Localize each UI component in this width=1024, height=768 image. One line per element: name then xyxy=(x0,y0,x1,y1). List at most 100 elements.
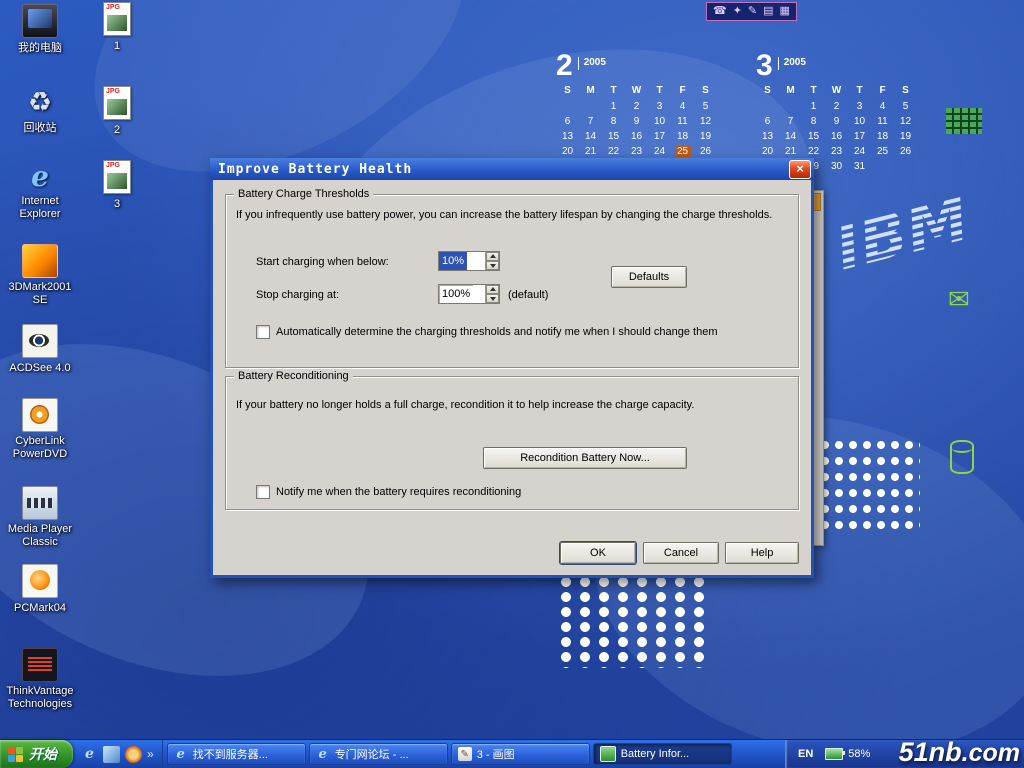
calendar-cell: 2 xyxy=(629,101,645,112)
calendar-cell: 22 xyxy=(806,146,822,157)
watermark-51nb: 51nb.com xyxy=(899,737,1020,768)
taskbar-tasks: 找不到服务器... 专门网论坛 - ... 3 - 画图 Battery Inf… xyxy=(163,740,736,768)
calendar-day-header: F xyxy=(675,85,691,96)
notes-icon[interactable] xyxy=(780,6,790,17)
desktop-icon[interactable]: PCMark04 xyxy=(4,564,76,616)
battery-tray-indicator[interactable]: 58% xyxy=(825,748,870,760)
calendar-cell: 19 xyxy=(898,131,914,142)
phone-icon[interactable] xyxy=(713,6,727,17)
calendar-cell: 6 xyxy=(560,116,576,127)
desktop-icon[interactable]: CyberLink PowerDVD xyxy=(4,398,76,462)
quick-launch-overflow-chevron-icon[interactable] xyxy=(147,747,154,761)
notify-reconditioning-checkbox[interactable]: Notify me when the battery requires reco… xyxy=(256,485,786,499)
auto-thresholds-checkbox[interactable]: Automatically determine the charging thr… xyxy=(256,325,786,339)
calendar-cell: 9 xyxy=(629,116,645,127)
recondition-battery-now-button[interactable]: Recondition Battery Now... xyxy=(483,447,687,469)
calendar-cell: 4 xyxy=(675,101,691,112)
calendar-cell xyxy=(560,101,576,112)
desktop-icon[interactable]: 我的电脑 xyxy=(4,4,76,56)
quick-launch-ie-icon[interactable] xyxy=(81,746,98,763)
spinner-down-icon[interactable] xyxy=(486,294,499,303)
taskbar-task-button[interactable]: Battery Infor... xyxy=(593,743,732,765)
jpg-file-icon[interactable]: JPG 3 xyxy=(94,160,140,212)
desktop-icon[interactable]: ThinkVantage Technologies xyxy=(4,648,76,712)
desktop-icon[interactable]: Internet Explorer xyxy=(4,160,76,222)
calendar-cell: 15 xyxy=(606,131,622,142)
taskbar-task-button[interactable]: 找不到服务器... xyxy=(167,743,306,765)
watermark-suffix: .com xyxy=(962,739,1020,767)
jpg-file-icon[interactable]: JPG 2 xyxy=(94,86,140,138)
calendar-cell: 12 xyxy=(698,116,714,127)
grid-icon[interactable] xyxy=(763,6,773,17)
desktop-icon[interactable]: ACDSee 4.0 xyxy=(4,324,76,376)
checkbox-box[interactable] xyxy=(256,485,270,499)
calendar-cell: 7 xyxy=(783,116,799,127)
pen-icon[interactable] xyxy=(748,6,757,17)
spinner-buttons[interactable] xyxy=(485,285,499,303)
task-label: 3 - 画图 xyxy=(477,746,515,762)
start-charging-label: Start charging when below: xyxy=(256,256,389,268)
taskbar-task-button[interactable]: 专门网论坛 - ... xyxy=(309,743,448,765)
watermark-main: 51nb xyxy=(899,737,962,767)
stop-threshold-value[interactable]: 100% xyxy=(439,285,473,303)
calendar-february-2005: 2 2005 SMTWTFS 1234567891011121314151617… xyxy=(556,52,717,157)
calendar-cell: 23 xyxy=(829,146,845,157)
close-button[interactable] xyxy=(789,160,811,179)
quick-launch-show-desktop-icon[interactable] xyxy=(103,746,120,763)
desktop-icon[interactable]: 3DMark2001 SE xyxy=(4,244,76,308)
calendar-cell: 21 xyxy=(583,146,599,157)
start-threshold-value[interactable]: 10% xyxy=(439,252,467,270)
desktop-icon-label: PCMark04 xyxy=(14,602,66,615)
desktop: { "wallpaper": { "brand": "IBM" }, "desk… xyxy=(0,0,1024,768)
ok-button[interactable]: OK xyxy=(560,542,636,564)
star-icon[interactable] xyxy=(733,6,742,17)
wallpaper-dot-grid xyxy=(820,440,920,536)
desktop-icon-label: 回收站 xyxy=(24,122,57,135)
calendar-cell xyxy=(760,101,776,112)
checkbox-box[interactable] xyxy=(256,325,270,339)
calendar-cell: 7 xyxy=(583,116,599,127)
input-fill[interactable] xyxy=(467,252,485,270)
calendar-cell: 10 xyxy=(652,116,668,127)
desktop-icon[interactable]: 回收站 xyxy=(4,86,76,136)
calendar-day-header: T xyxy=(852,85,868,96)
defaults-button[interactable]: Defaults xyxy=(611,266,687,288)
help-button[interactable]: Help xyxy=(725,542,799,564)
calendar-cell: 25 xyxy=(675,146,691,157)
jpg-file-icon[interactable]: JPG 1 xyxy=(94,2,140,54)
calendar-cell: 26 xyxy=(898,146,914,157)
start-threshold-input[interactable]: 10% xyxy=(438,251,500,271)
desktop-icon-image xyxy=(22,398,58,432)
task-icon xyxy=(316,747,330,761)
stop-threshold-input[interactable]: 100% xyxy=(438,284,500,304)
calendar-month: 3 xyxy=(756,52,773,80)
desktop-icon-image xyxy=(22,4,58,38)
quick-launch-media-icon[interactable] xyxy=(125,746,142,763)
jpg-page-icon: JPG xyxy=(103,2,131,36)
desktop-icon-image xyxy=(22,486,58,520)
input-fill[interactable] xyxy=(473,285,485,303)
spinner-down-icon[interactable] xyxy=(486,261,499,270)
calendar-cell: 11 xyxy=(875,116,891,127)
calendar-year: 2005 xyxy=(778,57,806,70)
calendar-cell xyxy=(783,101,799,112)
taskbar-task-button[interactable]: 3 - 画图 xyxy=(451,743,590,765)
start-button[interactable]: 开始 xyxy=(0,740,73,768)
calendar-cell: 17 xyxy=(852,131,868,142)
desktop-icon[interactable]: Media Player Classic xyxy=(4,486,76,550)
calendar-day-header: F xyxy=(875,85,891,96)
jpg-file-label: 2 xyxy=(114,124,120,137)
calendar-day-header: M xyxy=(783,85,799,96)
desktop-icon-image xyxy=(22,564,58,598)
language-indicator[interactable]: EN xyxy=(798,748,813,760)
desktop-icon-label: ACDSee 4.0 xyxy=(9,362,70,375)
battery-charge-thresholds-group: Battery Charge Thresholds If you infrequ… xyxy=(225,194,799,368)
task-label: Battery Infor... xyxy=(621,748,689,760)
group-legend: Battery Charge Thresholds xyxy=(234,188,373,200)
dialog-titlebar[interactable]: Improve Battery Health xyxy=(210,158,814,180)
desktop-icon-label: ThinkVantage Technologies xyxy=(4,685,76,710)
cancel-button[interactable]: Cancel xyxy=(643,542,719,564)
spinner-buttons[interactable] xyxy=(485,252,499,270)
spinner-up-icon[interactable] xyxy=(486,285,499,294)
spinner-up-icon[interactable] xyxy=(486,252,499,261)
